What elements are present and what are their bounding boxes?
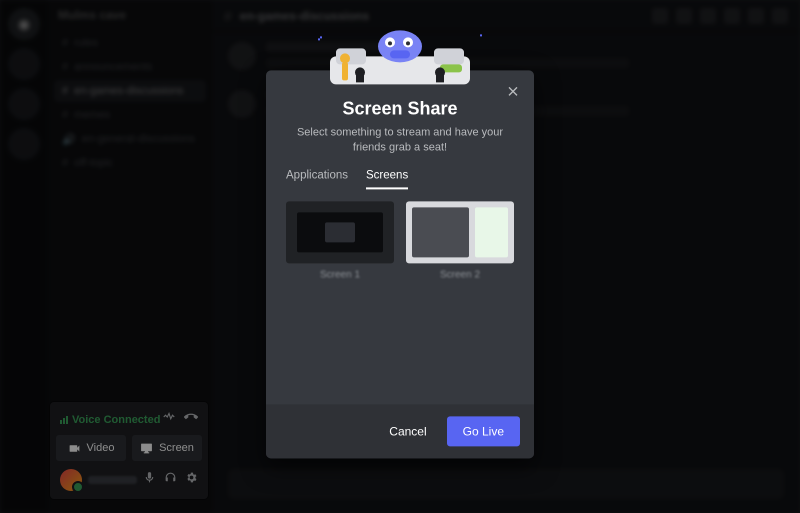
modal-tabs: Applications Screens (282, 170, 518, 190)
screen-option[interactable]: Screen 2 (406, 202, 514, 281)
screen-thumbnail (286, 202, 394, 264)
close-button[interactable] (502, 80, 524, 102)
modal-title: Screen Share (282, 98, 518, 119)
screen-label: Screen 2 (406, 270, 514, 281)
cancel-button[interactable]: Cancel (377, 417, 438, 447)
go-live-button[interactable]: Go Live (447, 417, 520, 447)
modal-subtitle: Select something to stream and have your… (295, 125, 505, 156)
screen-share-modal: Screen Share Select something to stream … (266, 70, 534, 459)
screen-label: Screen 1 (286, 270, 394, 281)
close-icon (505, 83, 521, 99)
screens-grid: Screen 1 Screen 2 (282, 200, 518, 291)
screen-thumbnail (406, 202, 514, 264)
modal-footer: Cancel Go Live (266, 405, 534, 459)
tab-applications[interactable]: Applications (286, 170, 348, 190)
screen-option[interactable]: Screen 1 (286, 202, 394, 281)
tab-screens[interactable]: Screens (366, 170, 408, 190)
